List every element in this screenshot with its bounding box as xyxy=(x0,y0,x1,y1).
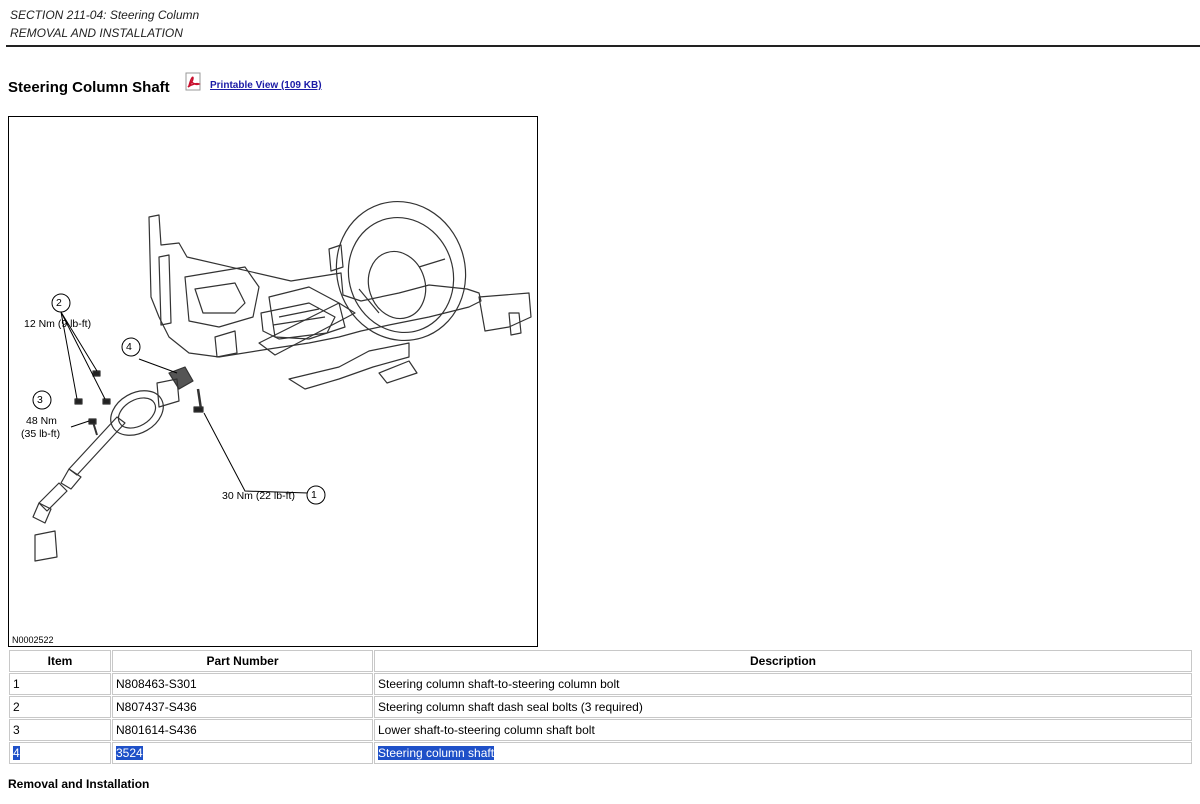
printable-view-link[interactable]: Printable View (109 KB) xyxy=(210,80,322,91)
table-row: 2 N807437-S436 Steering column shaft das… xyxy=(9,696,1192,718)
callout-3-number: 3 xyxy=(37,394,43,406)
item-cell: 2 xyxy=(9,696,111,718)
callout-4-number: 4 xyxy=(126,341,132,353)
callout-3-torque-line1: 48 Nm xyxy=(26,415,57,427)
item-cell: 1 xyxy=(9,673,111,695)
description-column-header: Description xyxy=(374,650,1192,672)
figure-id: N0002522 xyxy=(12,635,54,645)
section-title: SECTION 211-04: Steering Column xyxy=(10,8,200,22)
item-cell: 4 xyxy=(9,742,111,764)
part-number-cell: 3524 xyxy=(112,742,373,764)
table-row: 3 N801614-S436 Lower shaft-to-steering c… xyxy=(9,719,1192,741)
page-title: Steering Column Shaft xyxy=(8,79,170,96)
description-cell: Lower shaft-to-steering column shaft bol… xyxy=(374,719,1192,741)
header-divider xyxy=(6,45,1200,47)
description-cell: Steering column shaft-to-steering column… xyxy=(374,673,1192,695)
steering-column-illustration xyxy=(32,200,532,562)
part-number-cell: N808463-S301 xyxy=(112,673,373,695)
callout-2-number: 2 xyxy=(56,297,62,309)
parts-table: Item Part Number Description 1 N808463-S… xyxy=(8,649,1193,765)
callout-2-torque: 12 Nm (9 lb-ft) xyxy=(24,318,92,330)
section-header: SECTION 211-04: Steering Column REMOVAL … xyxy=(10,6,199,42)
selected-text: 3524 xyxy=(116,746,143,760)
description-cell: Steering column shaft dash seal bolts (3… xyxy=(374,696,1192,718)
table-header-row: Item Part Number Description xyxy=(9,650,1192,672)
item-column-header: Item xyxy=(9,650,111,672)
removal-installation-heading: Removal and Installation xyxy=(8,777,150,791)
table-row-selected: 4 3524 Steering column shaft xyxy=(9,742,1192,764)
subsection-title: REMOVAL AND INSTALLATION xyxy=(10,26,183,40)
pdf-icon[interactable] xyxy=(184,72,204,92)
table-row: 1 N808463-S301 Steering column shaft-to-… xyxy=(9,673,1192,695)
part-number-column-header: Part Number xyxy=(112,650,373,672)
callout-1-torque: 30 Nm (22 lb-ft) xyxy=(222,490,295,502)
description-cell: Steering column shaft xyxy=(374,742,1192,764)
callout-3-torque-line2: (35 lb-ft) xyxy=(21,428,61,440)
steering-column-figure: 2 12 Nm (9 lb-ft) 3 48 Nm (35 lb-ft) 4 3… xyxy=(8,116,538,647)
selected-text: Steering column shaft xyxy=(378,746,495,760)
callout-1-number: 1 xyxy=(311,489,317,501)
part-number-cell: N807437-S436 xyxy=(112,696,373,718)
selected-text: 4 xyxy=(13,746,20,760)
item-cell: 3 xyxy=(9,719,111,741)
part-number-cell: N801614-S436 xyxy=(112,719,373,741)
